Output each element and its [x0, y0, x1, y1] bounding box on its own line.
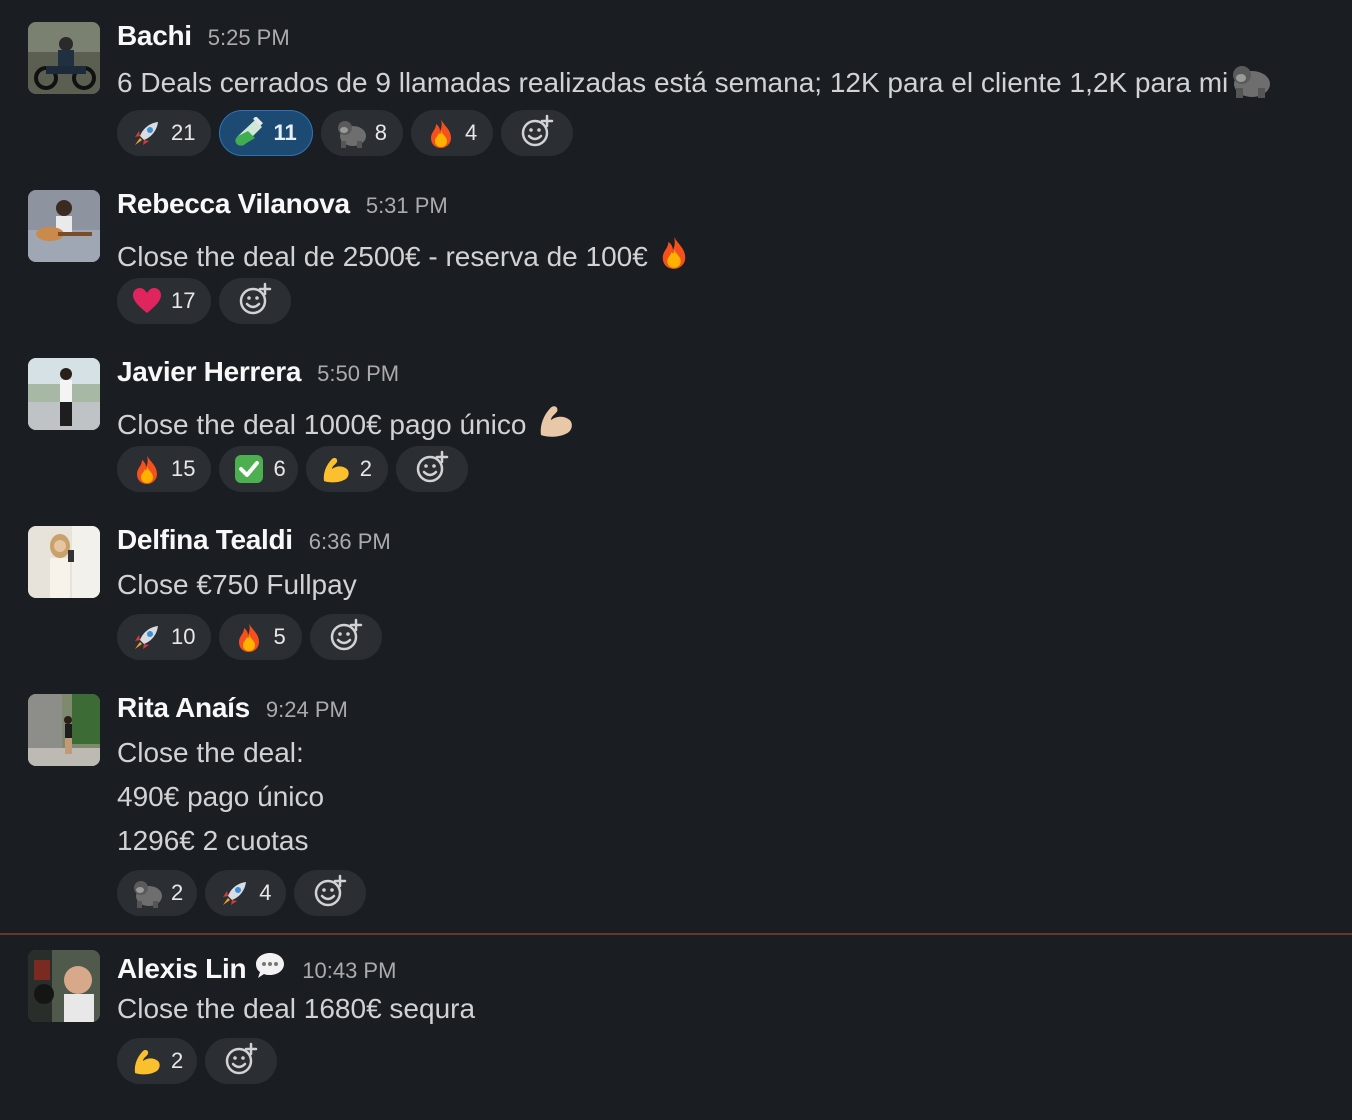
add-reaction-button[interactable] — [293, 870, 366, 916]
timestamp[interactable]: 5:31 PM — [366, 193, 448, 219]
add-reaction-button[interactable] — [395, 446, 468, 492]
author-name[interactable]: Alexis Lin — [117, 953, 247, 985]
timestamp[interactable]: 6:36 PM — [309, 529, 391, 555]
add-reaction-button[interactable] — [205, 1038, 278, 1084]
avatar[interactable] — [28, 950, 100, 1022]
add-emoji-icon — [238, 282, 272, 321]
message-text-line: Close the deal de 2500€ - reserva de 100… — [117, 232, 692, 280]
avatar[interactable] — [28, 22, 100, 94]
add-reaction-button[interactable] — [219, 278, 292, 324]
reaction-count: 21 — [171, 120, 196, 145]
message-text-line: 1296€ 2 cuotas — [117, 824, 309, 858]
reaction-gorilla[interactable]: 2 — [117, 870, 198, 916]
gorilla-icon — [131, 877, 163, 909]
muscle-icon — [131, 1045, 163, 1077]
add-emoji-icon — [224, 1042, 258, 1081]
reaction-count: 2 — [171, 1048, 184, 1073]
author-name[interactable]: Javier Herrera — [117, 356, 301, 388]
author-name[interactable]: Delfina Tealdi — [117, 524, 293, 556]
avatar[interactable] — [28, 358, 100, 430]
reaction-muscle[interactable]: 2 — [305, 446, 388, 492]
reaction-count: 4 — [259, 880, 272, 905]
message-text: Close the deal de 2500€ - reserva de 100… — [117, 241, 648, 272]
avatar[interactable] — [28, 694, 100, 766]
timestamp[interactable]: 5:25 PM — [208, 25, 290, 51]
message-text: Close the deal 1680€ sequra — [117, 993, 476, 1024]
speech-bubble-icon[interactable] — [254, 951, 286, 979]
reaction-count: 4 — [465, 120, 478, 145]
gorilla-icon — [1228, 64, 1272, 106]
rocket-icon — [219, 877, 251, 909]
avatar[interactable] — [28, 526, 100, 598]
fire-icon — [131, 453, 163, 485]
author-name[interactable]: Rebecca Vilanova — [117, 188, 350, 220]
reaction-count: 15 — [171, 456, 196, 481]
reaction-count: 17 — [171, 288, 196, 313]
new-messages-divider — [0, 933, 1352, 935]
message-text-line: 6 Deals cerrados de 9 llamadas realizada… — [117, 64, 1272, 106]
add-emoji-icon — [329, 618, 363, 657]
reaction-check[interactable]: 6 — [219, 446, 298, 492]
add-emoji-icon — [520, 114, 554, 153]
reaction-count: 11 — [273, 120, 297, 145]
author-name[interactable]: Bachi — [117, 20, 192, 52]
message-text: 1296€ 2 cuotas — [117, 825, 309, 856]
reaction-fire[interactable]: 5 — [219, 614, 302, 660]
message-text-line: Close the deal 1000€ pago único — [117, 400, 578, 448]
fire-icon — [656, 232, 692, 280]
fire-icon — [233, 621, 265, 653]
reaction-count: 2 — [171, 880, 184, 905]
message-text-line: Close the deal: — [117, 736, 304, 770]
message-text: Close €750 Fullpay — [117, 569, 357, 600]
reaction-count: 10 — [171, 624, 196, 649]
reaction-rocket[interactable]: 10 — [117, 614, 212, 660]
reaction-count: 8 — [374, 120, 387, 145]
message-text: Close the deal: — [117, 737, 304, 768]
reaction-rocket[interactable]: 21 — [117, 110, 212, 156]
message-text: 6 Deals cerrados de 9 llamadas realizada… — [117, 67, 1229, 98]
rocket-icon — [131, 621, 163, 653]
timestamp[interactable]: 10:43 PM — [302, 958, 396, 984]
reaction-test-tube[interactable]: 11 — [219, 110, 313, 156]
timestamp[interactable]: 5:50 PM — [317, 361, 399, 387]
reaction-count: 5 — [273, 624, 286, 649]
heart-icon — [131, 285, 163, 317]
message-text-line: Close the deal 1680€ sequra — [117, 992, 475, 1026]
reaction-count: 6 — [273, 456, 286, 481]
add-reaction-button[interactable] — [309, 614, 382, 660]
test-tube-icon — [233, 116, 265, 149]
avatar[interactable] — [28, 190, 100, 262]
rocket-icon — [131, 117, 163, 149]
reaction-count: 2 — [359, 456, 372, 481]
add-emoji-icon — [415, 450, 449, 489]
gorilla-icon — [335, 117, 367, 149]
reaction-fire[interactable]: 4 — [411, 110, 494, 156]
muscle-icon — [534, 400, 578, 448]
reaction-muscle[interactable]: 2 — [117, 1038, 198, 1084]
muscle-icon — [320, 453, 352, 485]
reaction-fire[interactable]: 15 — [117, 446, 212, 492]
reaction-heart[interactable]: 17 — [117, 278, 212, 324]
timestamp[interactable]: 9:24 PM — [266, 697, 348, 723]
message-text-line: 490€ pago único — [117, 780, 324, 814]
add-emoji-icon — [313, 874, 347, 913]
reaction-gorilla[interactable]: 8 — [320, 110, 403, 156]
check-mark-icon — [233, 453, 265, 485]
message-text: Close the deal 1000€ pago único — [117, 409, 527, 440]
reaction-rocket[interactable]: 4 — [205, 870, 286, 916]
message-text: 490€ pago único — [117, 781, 325, 812]
author-name[interactable]: Rita Anaís — [117, 692, 250, 724]
add-reaction-button[interactable] — [501, 110, 574, 156]
message-text-line: Close €750 Fullpay — [117, 568, 357, 602]
fire-icon — [425, 117, 457, 149]
